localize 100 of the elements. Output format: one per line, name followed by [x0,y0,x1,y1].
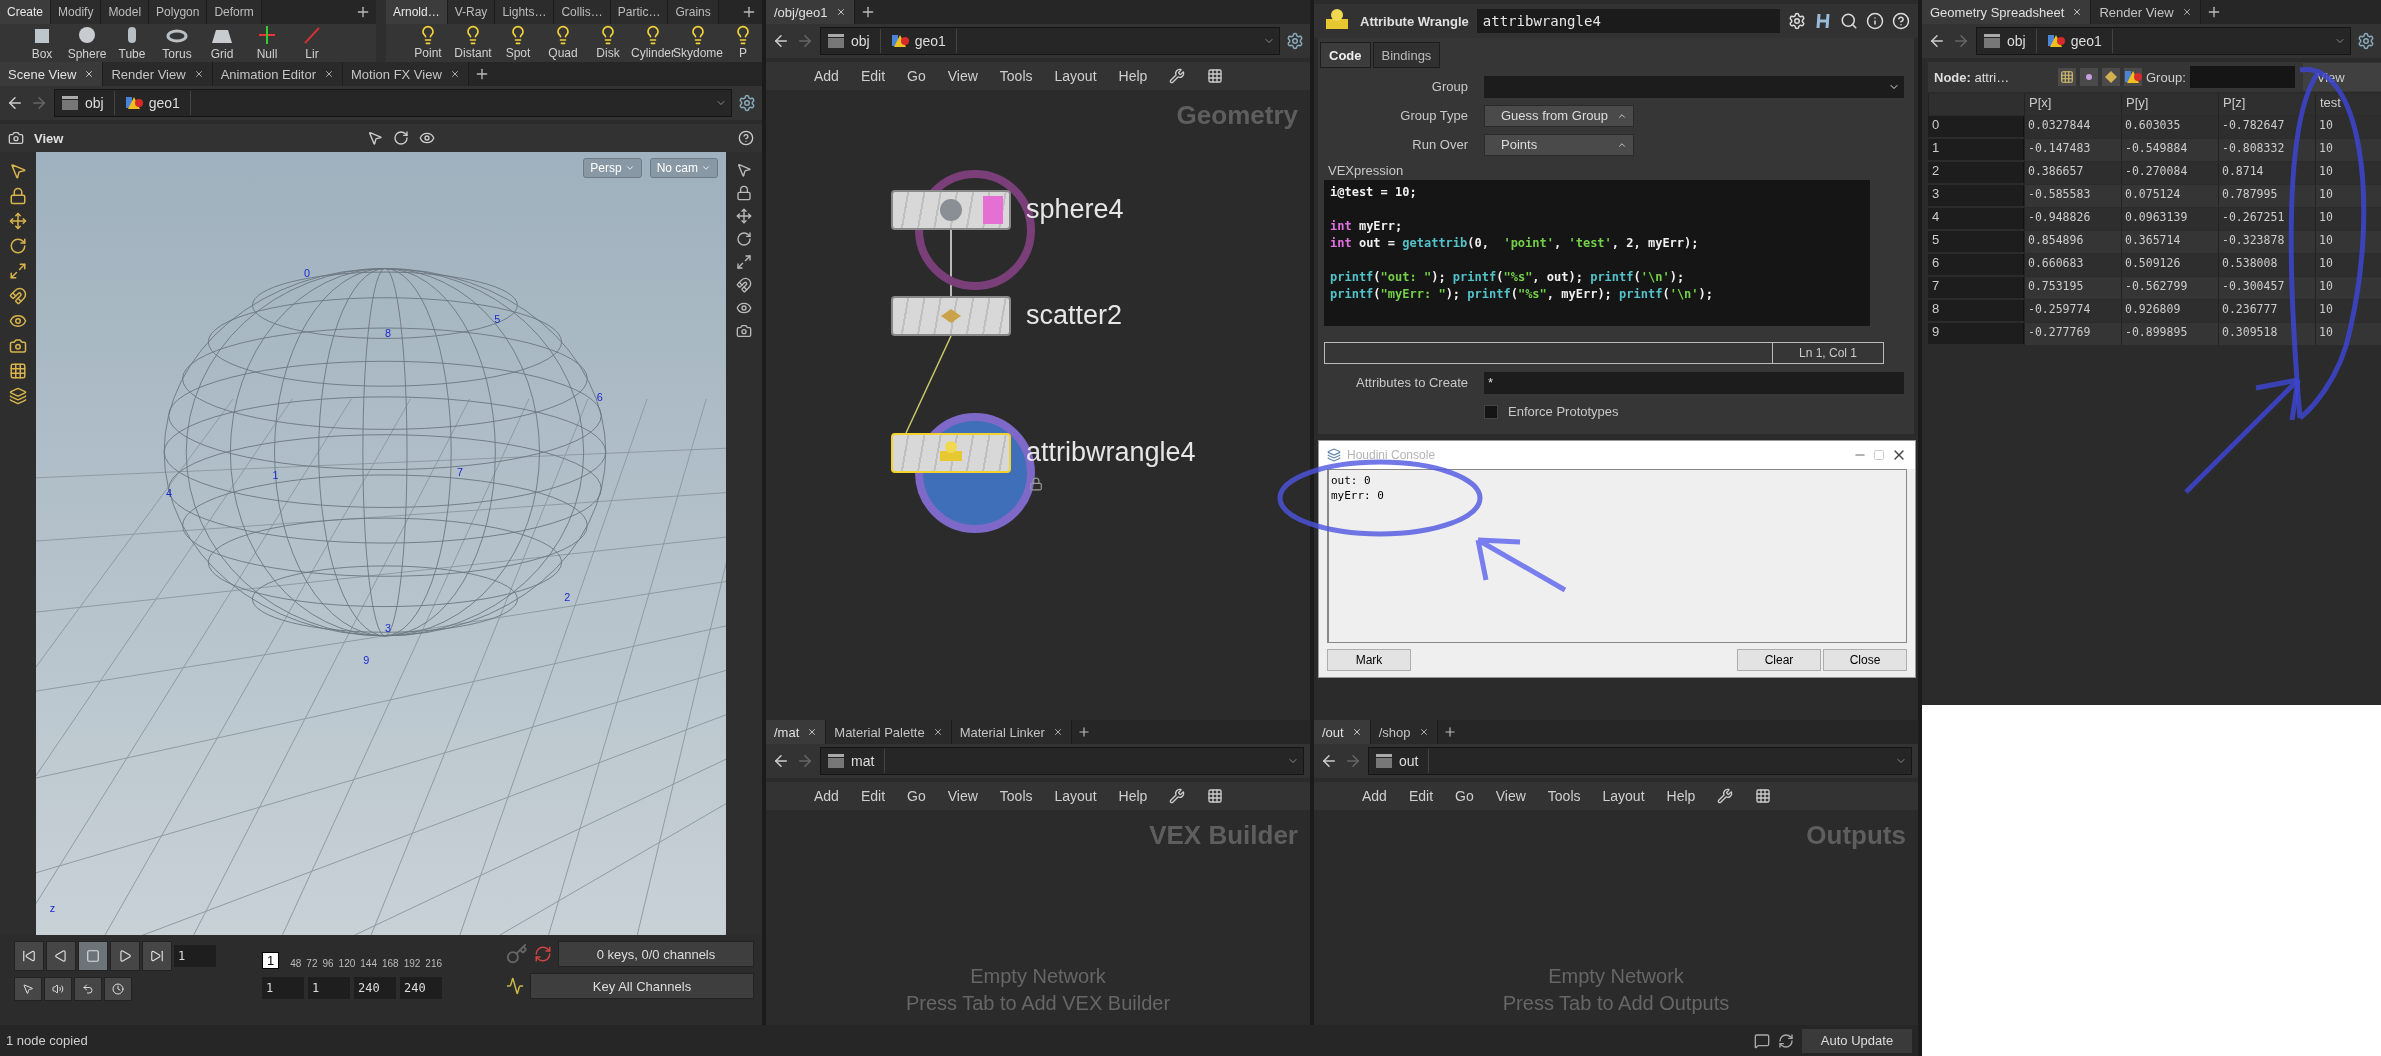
lock-icon[interactable] [736,185,752,201]
close-icon[interactable] [1351,727,1362,737]
eye-icon[interactable] [418,130,435,146]
menu-item[interactable]: Layout [1054,68,1097,84]
path-crumb[interactable]: geo1 [118,91,191,115]
pane-tab[interactable]: Motion FX View [343,62,469,86]
path-field[interactable]: obj geo1 [54,89,732,117]
shelf-tab[interactable]: Polygon [149,0,208,24]
path-crumb[interactable]: obj [55,91,115,115]
menu-item[interactable]: Add [814,788,839,804]
play-button[interactable] [110,941,140,971]
close-icon[interactable] [2072,7,2083,17]
move-icon[interactable] [736,208,752,224]
path-crumb[interactable]: mat [821,749,886,773]
parameter-tab[interactable]: Code [1320,42,1371,68]
jump-start-button[interactable] [14,941,44,971]
refresh-icon[interactable] [534,945,552,963]
parameter-menu[interactable]: Guess from Group [1484,104,1634,127]
shelf-tab[interactable]: Lights… [495,0,555,24]
camera-icon[interactable] [736,323,752,339]
pane-tab[interactable]: /obj/geo1 [766,0,855,24]
menu-item[interactable]: Help [1118,788,1148,804]
shelf-tab[interactable]: Partic… [610,0,669,24]
shelf-tool-button[interactable]: Disk [586,25,630,60]
node-flag[interactable] [983,196,1003,224]
refresh-icon[interactable] [1778,1032,1794,1049]
pane-tab[interactable]: /shop [1370,720,1438,744]
close-icon[interactable] [807,727,818,737]
shelf-tab[interactable]: Collis… [554,0,611,24]
shelf-tab[interactable]: Modify [51,0,102,24]
play-reverse-button[interactable] [46,941,76,971]
loop-button[interactable] [74,977,102,1001]
scale-icon[interactable] [9,262,27,280]
menu-item[interactable]: Layout [1054,788,1097,804]
menu-item[interactable]: Go [1455,788,1474,804]
points-icon[interactable] [2060,70,2074,84]
console-button[interactable]: Mark [1327,649,1411,671]
column-header[interactable]: test [2315,94,2381,115]
rotate-icon[interactable] [9,237,27,255]
shelf-tool-button[interactable]: Point [406,25,450,60]
range-field[interactable]: 240 [400,977,442,999]
eye-icon[interactable] [736,300,752,316]
menu-item[interactable]: Help [1118,68,1148,84]
path-crumb[interactable]: obj [821,29,881,53]
close-icon[interactable] [193,69,204,79]
column-header[interactable]: P[x] [2024,94,2121,115]
wrench-icon[interactable] [1717,788,1734,804]
clock-button[interactable] [104,977,132,1001]
console-button[interactable]: Close [1823,649,1907,671]
scale-icon[interactable] [736,254,752,270]
shelf-tool-button[interactable]: Grid [200,24,244,61]
network-node[interactable] [891,296,1011,336]
path-field[interactable]: mat [820,747,1304,775]
close-icon[interactable] [1052,727,1063,737]
parameter-tab[interactable]: Bindings [1372,42,1441,68]
close-icon[interactable] [84,69,95,79]
range-field[interactable]: 1 [262,977,304,999]
column-header[interactable]: P[z] [2218,94,2315,115]
help-icon[interactable] [738,130,754,146]
add-tab-icon[interactable] [1442,725,1457,739]
path-crumb[interactable]: out [1369,749,1430,773]
shelf-tool-button[interactable]: Torus [155,24,199,61]
realtime-button[interactable] [14,977,42,1001]
path-field[interactable]: obj geo1 [820,27,1280,55]
shelf-tab[interactable]: Grains [668,0,719,24]
node-name-field[interactable]: attribwrangle4 [1476,9,1780,33]
pane-tab[interactable]: Material Linker [951,720,1072,744]
add-tab-icon[interactable] [355,4,371,20]
path-crumb[interactable]: obj [1977,29,2037,53]
shelf-tool-button[interactable]: Cylinder [631,25,675,60]
shelf-tool-button[interactable]: Spot [496,25,540,60]
range-field[interactable]: 240 [354,977,396,999]
shelf-tool-button[interactable]: Tube [110,24,154,61]
vertex-icon[interactable] [2084,72,2094,82]
timeline-ruler[interactable]: 1 48 72 96 120 144 168 192 216 [262,941,498,969]
menu-item[interactable]: Tools [999,788,1033,804]
auto-update-button[interactable]: Auto Update [1802,1028,1912,1053]
add-tab-icon[interactable] [1076,725,1091,739]
curve-icon[interactable] [506,977,524,995]
range-field[interactable]: 1 [308,977,350,999]
shelf-tool-button[interactable]: Box [20,24,64,61]
menu-item[interactable]: Edit [860,788,886,804]
primitive-icon[interactable] [2105,71,2117,83]
info-icon[interactable] [1866,12,1884,30]
shelf-tab[interactable]: Arnold… [386,0,448,24]
parameter-field[interactable] [1484,75,1904,98]
column-header[interactable]: P[y] [2121,94,2218,115]
close-icon[interactable] [2181,7,2192,17]
path-field[interactable]: obj geo1 [1976,27,2351,55]
shelf-tab[interactable]: Deform [207,0,262,24]
shelf-tab[interactable]: Create [0,0,52,24]
menu-item[interactable]: Layout [1602,788,1645,804]
pane-tab[interactable]: Scene View [0,62,104,86]
pane-tab[interactable]: Material Palette [826,720,952,744]
menu-item[interactable]: Edit [860,68,886,84]
search-icon[interactable] [1840,12,1858,30]
pane-tab[interactable]: Geometry Spreadsheet [1922,0,2092,24]
layers-icon[interactable] [9,387,27,405]
menu-item[interactable]: Tools [1547,788,1581,804]
wrench-icon[interactable] [1169,788,1186,804]
